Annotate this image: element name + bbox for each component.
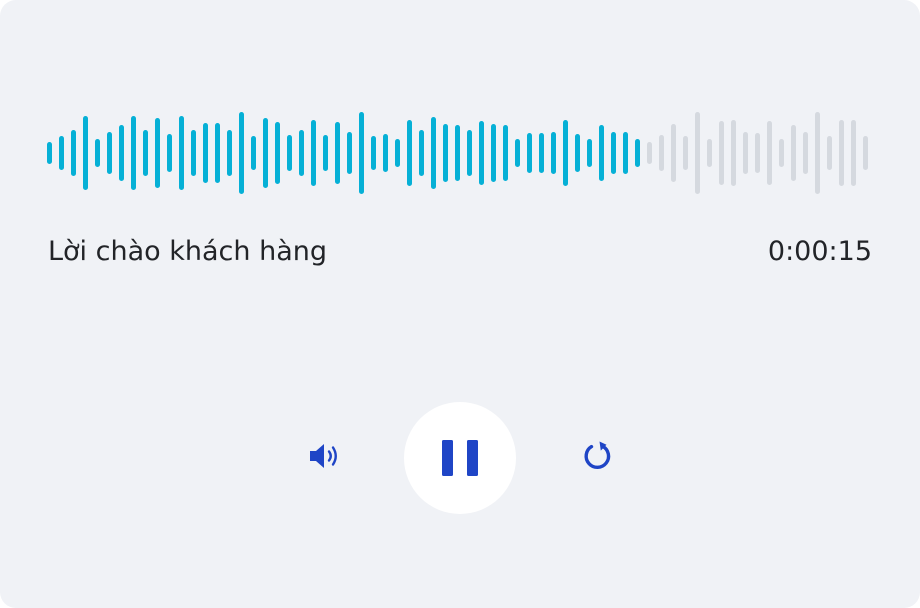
waveform-bar xyxy=(575,133,580,173)
waveform-bar xyxy=(443,124,448,182)
volume-icon xyxy=(310,444,337,468)
waveform-bar xyxy=(179,116,184,190)
waveform-bar xyxy=(839,119,844,187)
waveform-bar xyxy=(203,123,208,183)
waveform-bar xyxy=(683,135,688,171)
waveform-bar xyxy=(551,132,556,174)
waveform-bar xyxy=(791,124,796,182)
waveform-bar xyxy=(419,130,424,176)
waveform-bar xyxy=(455,124,460,182)
waveform-bar xyxy=(779,139,784,167)
waveform-bar xyxy=(383,133,388,173)
waveform-bar xyxy=(635,139,640,167)
waveform-bar xyxy=(503,125,508,181)
waveform-bar xyxy=(131,116,136,190)
waveform-bar xyxy=(587,138,592,168)
replay-icon xyxy=(584,441,611,470)
waveform-bar xyxy=(107,132,112,174)
waveform-bar xyxy=(599,125,604,181)
waveform-bar xyxy=(515,139,520,167)
waveform-bar xyxy=(707,139,712,167)
waveform-bar xyxy=(71,130,76,176)
waveform-bar xyxy=(251,135,256,171)
waveform-bar xyxy=(851,120,856,186)
waveform-bar xyxy=(731,120,736,186)
waveform-bar xyxy=(347,132,352,174)
waveform-bar xyxy=(695,111,700,195)
waveform-bar xyxy=(191,130,196,176)
waveform-bar xyxy=(767,120,772,186)
waveform-bar xyxy=(155,118,160,188)
waveform-bar xyxy=(143,130,148,176)
waveform-bar xyxy=(527,132,532,174)
waveform-bar xyxy=(803,132,808,174)
waveform-bar xyxy=(299,130,304,176)
waveform-bar xyxy=(371,135,376,170)
waveform-bar xyxy=(83,116,88,190)
waveform-bar xyxy=(611,132,616,174)
waveform-bar xyxy=(119,124,124,182)
waveform-bar xyxy=(263,118,268,188)
waveform-bar xyxy=(59,135,64,171)
elapsed-time: 0:00:15 xyxy=(767,236,872,267)
waveform-bar xyxy=(647,142,652,164)
waveform-bar xyxy=(659,134,664,172)
waveform-bar xyxy=(743,132,748,174)
waveform-bar xyxy=(227,130,232,176)
waveform-bar xyxy=(167,133,172,173)
waveform-bar xyxy=(311,120,316,186)
pause-button[interactable] xyxy=(404,402,516,514)
waveform-bar xyxy=(335,122,340,184)
waveform-bar xyxy=(239,111,244,195)
waveform-bar xyxy=(827,135,832,171)
waveform-bar xyxy=(359,111,364,195)
waveform-bar xyxy=(539,132,544,174)
volume-button[interactable] xyxy=(302,434,346,478)
waveform-bar xyxy=(863,135,868,171)
waveform-bar xyxy=(287,134,292,172)
waveform-bar xyxy=(395,139,400,167)
waveform-bar xyxy=(563,119,568,187)
waveform-bar xyxy=(491,124,496,182)
waveform-bar xyxy=(719,120,724,186)
waveform-bar xyxy=(755,133,760,173)
waveform-bar xyxy=(323,134,328,172)
pause-icon xyxy=(442,440,478,476)
waveform-bar xyxy=(623,132,628,174)
replay-button[interactable] xyxy=(574,434,618,478)
waveform-bar xyxy=(47,142,52,164)
waveform-bar xyxy=(431,117,436,189)
waveform-bar xyxy=(815,111,820,195)
waveform-bar xyxy=(275,122,280,184)
audio-player-card: Lời chào khách hàng 0:00:15 xyxy=(0,0,920,608)
waveform-bar xyxy=(407,119,412,187)
waveform-bar xyxy=(467,130,472,176)
waveform-bar xyxy=(95,138,100,168)
waveform-bar xyxy=(479,121,484,185)
waveform-bar xyxy=(215,123,220,183)
track-title: Lời chào khách hàng xyxy=(48,236,327,267)
waveform-bar xyxy=(671,124,676,182)
audio-waveform[interactable] xyxy=(0,103,920,203)
